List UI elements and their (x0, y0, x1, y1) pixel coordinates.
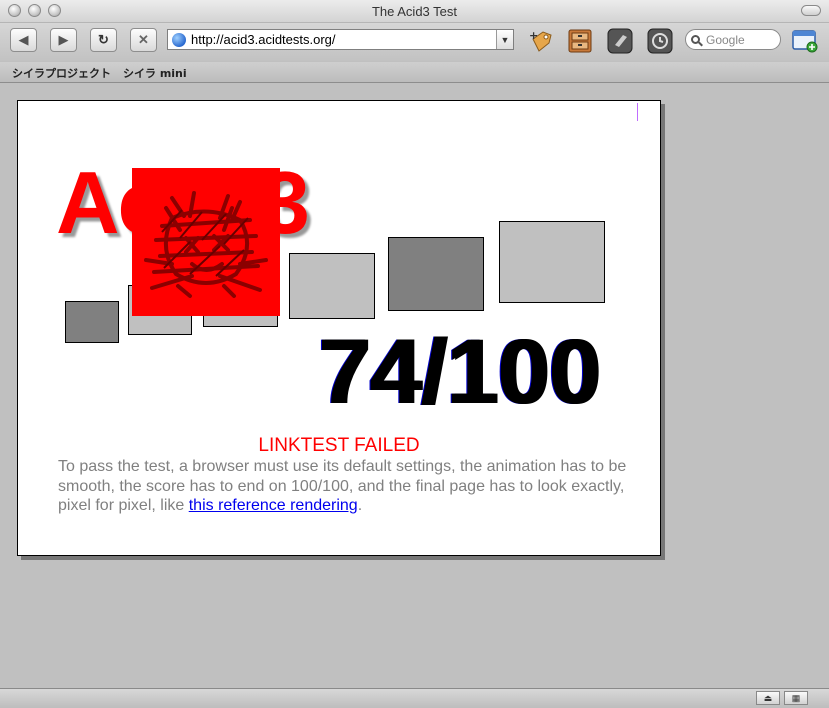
back-arrow-icon: ◀ (18, 32, 29, 47)
title-bar: The Acid3 Test (0, 0, 829, 23)
new-window-icon (792, 29, 818, 52)
back-button[interactable]: ◀ (10, 28, 37, 52)
stop-icon: ✕ (138, 32, 149, 47)
clock-icon (647, 28, 673, 53)
bookmarks-button[interactable] (566, 27, 594, 54)
explanation-text: To pass the test, a browser must use its… (58, 457, 630, 516)
test-box-5 (388, 237, 484, 311)
bookmark-item[interactable]: シイラ mini (123, 65, 187, 81)
search-field[interactable]: Google (685, 29, 781, 50)
acid3-page: Ac 3 74/100 LINKTEST FAILED To pass the … (17, 100, 661, 556)
test-box-4 (289, 253, 375, 319)
window-title: The Acid3 Test (371, 4, 458, 19)
stop-button[interactable]: ✕ (130, 28, 157, 52)
score-display: 74/100 (318, 321, 600, 423)
test-box-1 (65, 301, 119, 343)
toolbar: ◀ ▶ ↻ ✕ http://acid3.acidtests.org/ ▼ + (0, 23, 829, 61)
search-icon (691, 35, 700, 44)
toolbar-toggle-button[interactable] (801, 5, 821, 16)
reference-rendering-link[interactable]: this reference rendering (189, 497, 358, 514)
status-bar: ⏏ ▦ (0, 688, 829, 708)
forward-arrow-icon: ▶ (58, 32, 69, 47)
bookmarks-bar: シイラプロジェクト シイラ mini (0, 62, 829, 83)
tag-button[interactable] (606, 27, 634, 54)
grid-icon: ▦ (791, 692, 801, 703)
tab-grid-button[interactable]: ▦ (784, 691, 808, 705)
reload-button[interactable]: ↻ (90, 28, 117, 52)
drawer-icon (568, 29, 592, 52)
globe-icon (172, 32, 186, 47)
bookmark-item[interactable]: シイラプロジェクト (12, 65, 111, 81)
bookmark-tag-icon: + (529, 29, 552, 52)
chevron-down-icon: ▼ (500, 34, 510, 45)
history-button[interactable] (646, 27, 674, 54)
address-dropdown-button[interactable]: ▼ (496, 30, 513, 49)
tag-icon (607, 28, 633, 53)
new-tab-button[interactable] (791, 27, 819, 54)
svg-text:+: + (529, 29, 538, 42)
text-caret (637, 103, 638, 121)
eject-icon: ⏏ (763, 692, 773, 703)
panel-toggle-button[interactable]: ⏏ (756, 691, 780, 705)
explanation-end: . (357, 497, 363, 514)
add-bookmark-button[interactable]: + (526, 27, 554, 54)
scribble-face-icon (144, 191, 268, 298)
test-box-6 (499, 221, 605, 303)
red-test-box (132, 168, 280, 316)
address-url: http://acid3.acidtests.org/ (191, 32, 336, 47)
forward-button[interactable]: ▶ (50, 28, 77, 52)
search-placeholder: Google (706, 32, 745, 47)
reload-icon: ↻ (98, 32, 109, 47)
test-status: LINKTEST FAILED (258, 435, 420, 456)
address-bar[interactable]: http://acid3.acidtests.org/ ▼ (167, 29, 514, 50)
